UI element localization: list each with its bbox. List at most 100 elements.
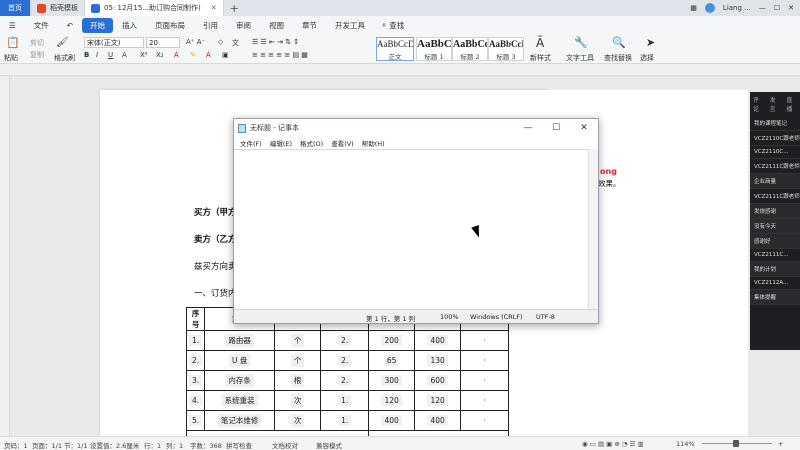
menu-insert[interactable]: 插入 (113, 20, 146, 31)
new-style-icon[interactable]: Ā (536, 36, 544, 50)
menu-developer[interactable]: 开发工具 (326, 20, 374, 31)
list-item[interactable]: 没有今天 (750, 219, 800, 234)
vertical-ruler[interactable] (0, 76, 10, 436)
menu-review[interactable]: 审阅 (227, 20, 260, 31)
zoom-in-icon[interactable]: + (778, 440, 783, 448)
style-heading3[interactable]: AaBbCcD 标题 3 (488, 37, 524, 61)
notepad-menu-file[interactable]: 文件(F) (236, 138, 266, 148)
user-name[interactable]: Liang ... (723, 4, 751, 12)
notepad-scrollbar[interactable] (588, 149, 598, 309)
style-heading1[interactable]: AaBbC 标题 1 (416, 37, 452, 61)
tab-document[interactable]: 05: 12月15...助订购合同制作) ✕ (85, 0, 224, 16)
paste-button[interactable]: 粘贴 (4, 53, 18, 63)
menu-view[interactable]: 视图 (260, 20, 293, 31)
table-cell: U 盘 (228, 354, 251, 367)
table-cell: 2. (189, 355, 203, 366)
tab-home[interactable]: 首页 (0, 0, 31, 16)
style-normal[interactable]: AaBbCcDi 正文 (376, 37, 414, 61)
menu-home[interactable]: 开始 (82, 17, 114, 33)
find-replace-icon[interactable]: 🔍 (612, 36, 626, 49)
style-heading2[interactable]: AaBbCc 标题 2 (452, 37, 488, 61)
notepad-text-area[interactable] (234, 149, 590, 309)
add-tab-icon[interactable]: + (230, 2, 239, 15)
menu-file[interactable]: 文件 (25, 20, 58, 31)
maximize-icon[interactable]: ☐ (542, 123, 570, 133)
notepad-title-bar[interactable]: 无标题 - 记事本 — ☐ ✕ (234, 119, 598, 137)
list-item[interactable]: 集体提醒 (750, 290, 800, 305)
grow-font-icon[interactable]: A⁺ A⁻ (186, 38, 205, 46)
list-item[interactable]: 感谢好 (750, 234, 800, 249)
menu-reference[interactable]: 引用 (194, 20, 227, 31)
text-tools-button[interactable]: 文字工具 (566, 53, 594, 63)
list-item[interactable]: VCZ2111C跟老师 (750, 159, 800, 174)
select-button[interactable]: 选择 (640, 53, 654, 63)
close-window-icon[interactable]: ✕ (788, 4, 794, 12)
style-heading2-name: 标题 2 (460, 53, 480, 61)
grid-icon[interactable]: ▦ (690, 4, 697, 12)
tab-template[interactable]: 稻壳模板 (31, 0, 85, 16)
find-replace-button[interactable]: 查找替换 (604, 53, 632, 63)
paste-icon[interactable]: 📋 (6, 36, 20, 49)
highlight-icon[interactable]: ✎ (190, 51, 196, 59)
font-size-select[interactable]: 20 (146, 37, 180, 48)
notepad-menu-format[interactable]: 格式(O) (296, 138, 327, 148)
menu-section[interactable]: 章节 (293, 20, 326, 31)
side-tab-live[interactable]: 直播 (786, 95, 797, 113)
italic-icon[interactable]: I (96, 51, 98, 59)
list-item[interactable]: 企业商量 (750, 174, 800, 189)
view-mode-icons[interactable]: ◉ ▭ ▤ ▣ ⊕ ◔ ☰ ▥ (582, 440, 644, 448)
side-tab-comments[interactable]: 评论 (753, 95, 764, 113)
bold-icon[interactable]: B (84, 51, 89, 59)
zoom-level[interactable]: 114% (676, 440, 695, 448)
close-icon[interactable]: ✕ (570, 123, 598, 133)
menu-icon[interactable]: ☰ (0, 21, 25, 30)
select-icon[interactable]: ➤ (646, 36, 655, 49)
table-cell: 600 (427, 375, 448, 386)
close-tab-icon[interactable]: ✕ (211, 4, 217, 12)
text-tools-icon[interactable]: 🔧 (574, 36, 588, 49)
menu-layout[interactable]: 页面布局 (146, 20, 194, 31)
notepad-menu-help[interactable]: 帮助(H) (358, 138, 389, 148)
side-tab-speech[interactable]: 发言 (770, 95, 781, 113)
font-color-icon[interactable]: A (174, 51, 179, 59)
font-select[interactable]: 宋体(正文) (84, 37, 144, 48)
undo-icon[interactable]: ↶ (58, 21, 82, 30)
format-painter-icon[interactable]: 🖌 (56, 37, 69, 48)
status-words[interactable]: 字数：368 (190, 440, 222, 450)
bullet-list-icon[interactable]: ☰ ☰ ⇤ ⇥ ⇅ ↕ (252, 38, 299, 46)
list-item[interactable]: VCZ2111C... (750, 249, 800, 262)
border-icon[interactable]: ▣ (222, 51, 229, 59)
clear-format-icon[interactable]: ◇ (218, 38, 223, 46)
minimize-icon[interactable]: — (759, 4, 766, 12)
maximize-icon[interactable]: ☐ (774, 4, 780, 12)
zoom-slider-handle[interactable] (733, 440, 739, 447)
list-item[interactable]: 我的计划 (750, 262, 800, 277)
cut-button[interactable]: 剪切 (30, 38, 44, 48)
text-color-icon[interactable]: A (206, 51, 211, 59)
strikethrough-icon[interactable]: A (122, 51, 127, 59)
notepad-icon (238, 123, 246, 133)
copy-button[interactable]: 复制 (30, 50, 44, 60)
status-proofread[interactable]: 文档校对 (272, 440, 298, 450)
list-item[interactable]: VCZ2110C跟老师 (750, 131, 800, 146)
status-spell-check[interactable]: 拼写检查 (226, 440, 252, 450)
avatar[interactable] (704, 3, 715, 13)
list-item[interactable]: 发烧感谢 (750, 204, 800, 219)
phonetic-icon[interactable]: 文 (232, 38, 239, 48)
notepad-window[interactable]: 无标题 - 记事本 — ☐ ✕ 文件(F) 编辑(E) 格式(O) 查看(V) … (233, 118, 599, 324)
superscript-icon[interactable]: X² (140, 51, 148, 59)
list-item[interactable]: 我的课程笔记 (750, 116, 800, 131)
minimize-icon[interactable]: — (514, 123, 542, 133)
subscript-icon[interactable]: X₂ (156, 51, 164, 59)
notepad-menu-view[interactable]: 查看(V) (327, 138, 358, 148)
list-item[interactable]: VCZ2112A... (750, 277, 800, 290)
notepad-menu-edit[interactable]: 编辑(E) (266, 138, 296, 148)
list-item[interactable]: VCZ2111C跟老师 (750, 189, 800, 204)
horizontal-ruler[interactable] (0, 64, 800, 76)
new-style-button[interactable]: 新样式 (530, 53, 551, 63)
align-icon[interactable]: ≡ ≡ ≡ ≡ ≡ ▤ ▦ (252, 51, 308, 59)
format-painter-button[interactable]: 格式刷 (54, 53, 75, 63)
menu-search[interactable]: ⌕ 查找 (374, 20, 412, 31)
list-item[interactable]: VCZ2110C... (750, 146, 800, 159)
underline-icon[interactable]: U (108, 51, 113, 59)
